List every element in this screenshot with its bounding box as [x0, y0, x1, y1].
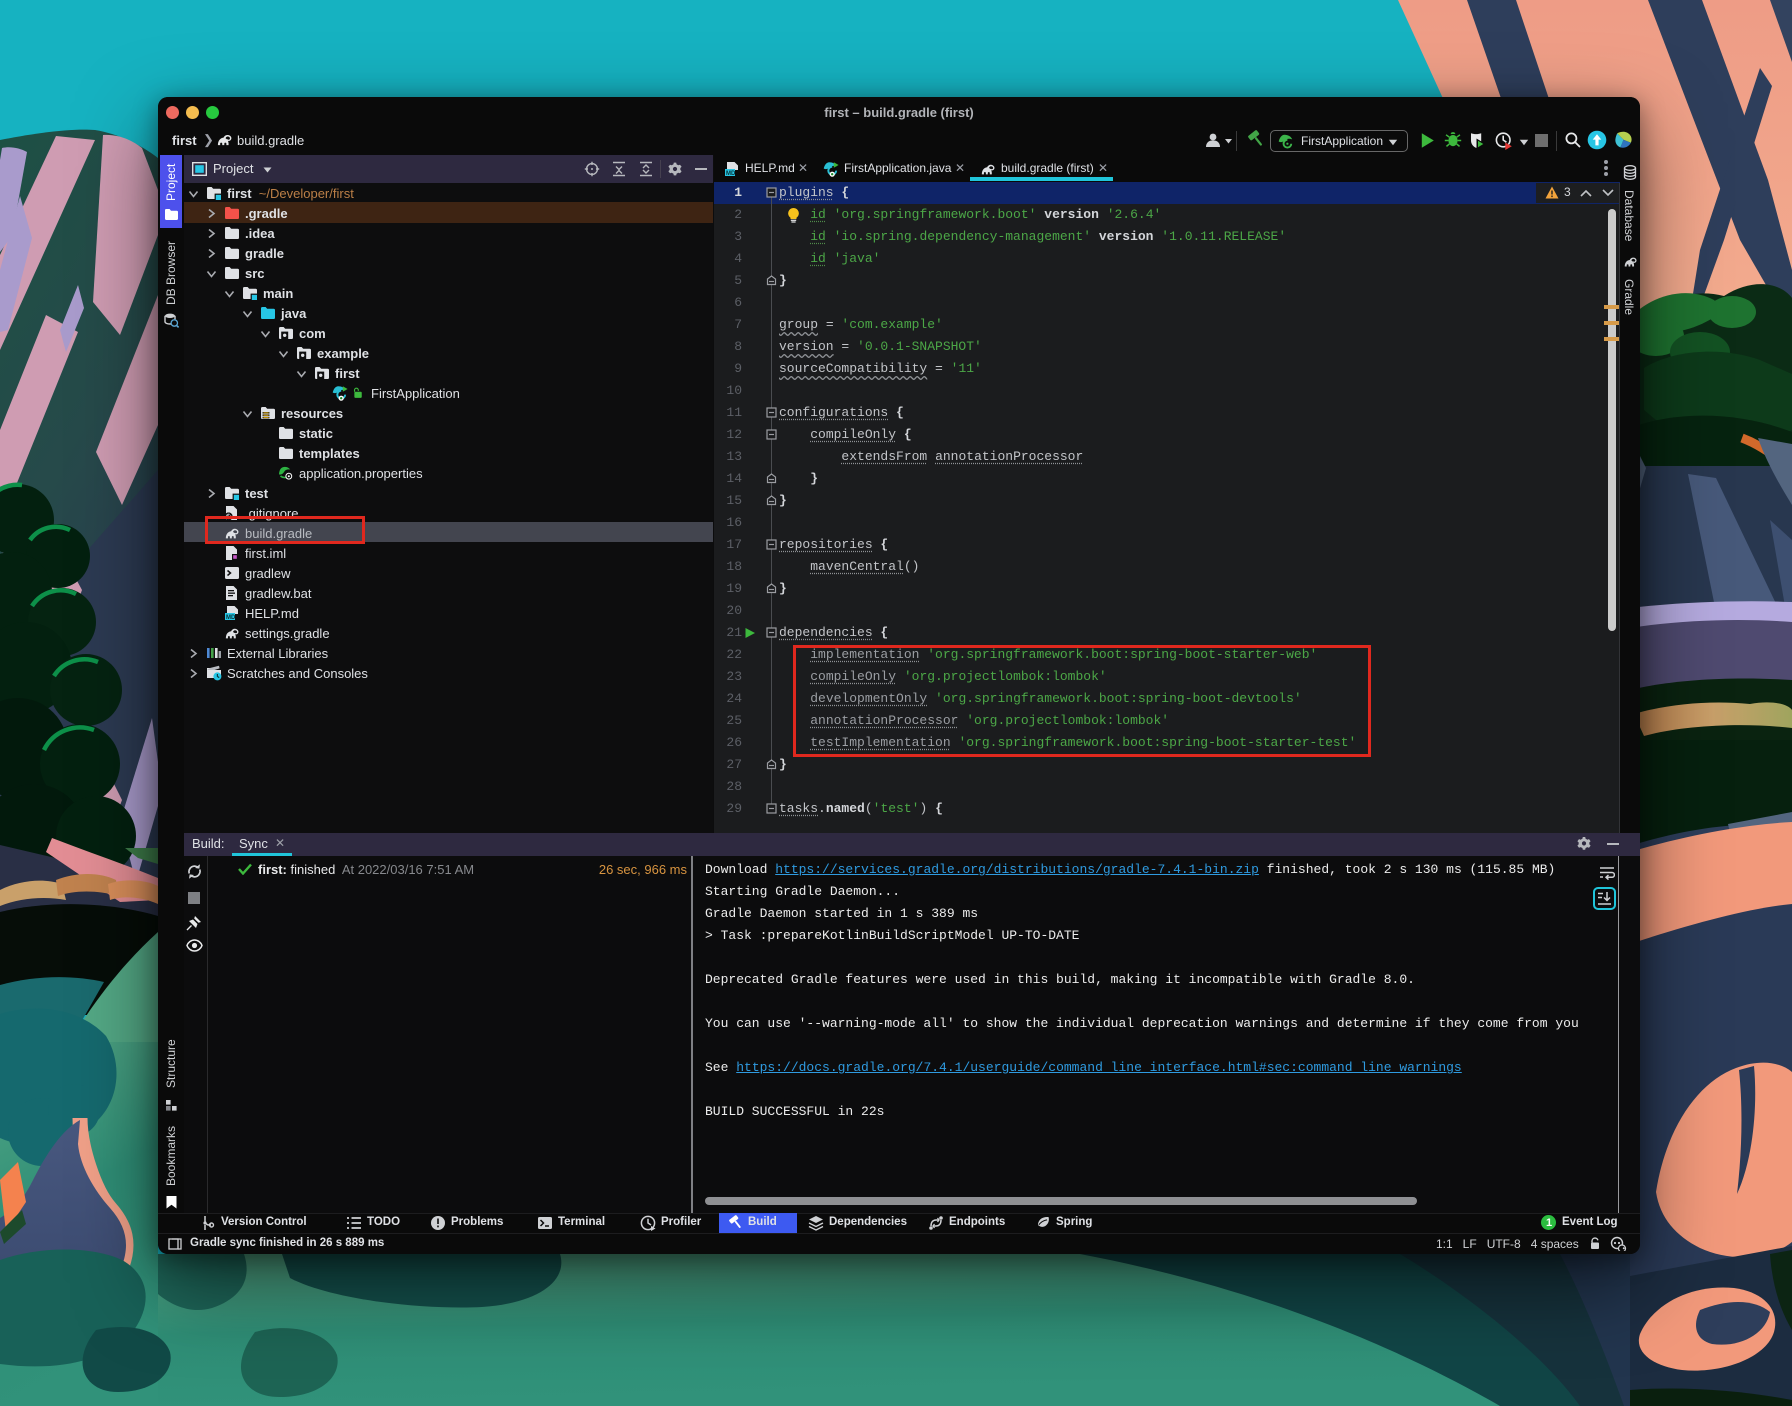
- svg-text:MD: MD: [726, 171, 736, 177]
- svg-text:MD: MD: [226, 615, 236, 621]
